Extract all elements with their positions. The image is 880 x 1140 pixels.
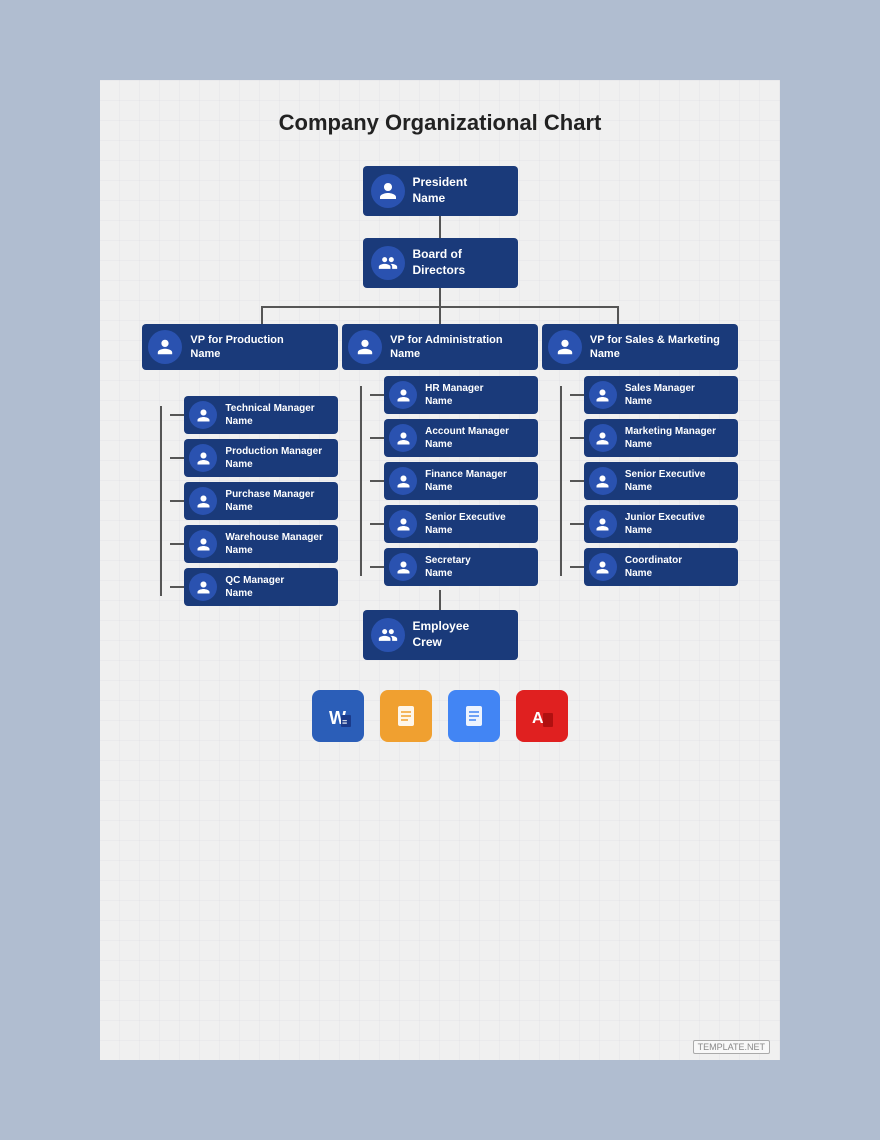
qc-manager-node: QC ManagerName <box>184 568 338 606</box>
col-administration: VP for Administration Name HR ManagerNam… <box>342 324 538 610</box>
word-icon[interactable]: W ≡ <box>312 690 364 742</box>
vp-row: VP for Production Name <box>142 324 737 610</box>
employee-crew-node: Employee Crew <box>363 610 518 660</box>
coordinator-node: CoordinatorName <box>584 548 738 586</box>
col-sales: VP for Sales & Marketing Name Sales Mana… <box>542 324 738 586</box>
pages-icon[interactable] <box>380 690 432 742</box>
col-production: VP for Production Name <box>142 324 338 606</box>
account-manager-node: Account ManagerName <box>384 419 538 457</box>
admin-senior-exec-node: Senior ExecutiveName <box>384 505 538 543</box>
president-icon <box>371 174 405 208</box>
v-connector-1 <box>439 216 441 238</box>
vp-production-icon <box>148 330 182 364</box>
purchase-manager-node: Purchase ManagerName <box>184 482 338 520</box>
sales-items: Sales ManagerName Marketing ManagerName <box>542 376 738 586</box>
marketing-manager-node: Marketing ManagerName <box>584 419 738 457</box>
org-chart: President Name Board of Directors <box>130 166 750 660</box>
president-text: President Name <box>413 175 468 206</box>
president-node: President Name <box>363 166 518 216</box>
watermark: TEMPLATE.NET <box>693 1040 770 1054</box>
vp-sales-node: VP for Sales & Marketing Name <box>542 324 738 370</box>
google-docs-icon[interactable] <box>448 690 500 742</box>
vp-production-node: VP for Production Name <box>142 324 338 370</box>
v-connector-to-crew <box>439 590 441 610</box>
board-text: Board of Directors <box>413 247 466 278</box>
prod-items: Technical ManagerName Production Manager… <box>142 396 338 606</box>
technical-manager-icon <box>189 401 217 429</box>
vp-admin-icon <box>348 330 382 364</box>
board-node: Board of Directors <box>363 238 518 288</box>
vp-admin-node: VP for Administration Name <box>342 324 538 370</box>
vp-sales-text: VP for Sales & Marketing Name <box>590 333 720 362</box>
svg-text:A: A <box>532 710 544 727</box>
employee-crew-text: Employee Crew <box>413 619 470 650</box>
finance-manager-node: Finance ManagerName <box>384 462 538 500</box>
vp-production-text: VP for Production Name <box>190 333 283 362</box>
bottom-app-icons: W ≡ <box>130 690 750 742</box>
sales-senior-exec-node: Senior ExecutiveName <box>584 462 738 500</box>
hr-manager-node: HR ManagerName <box>384 376 538 414</box>
employee-crew-section: Employee Crew <box>363 610 518 660</box>
junior-exec-node: Junior ExecutiveName <box>584 505 738 543</box>
secretary-node: SecretaryName <box>384 548 538 586</box>
pdf-icon[interactable]: A <box>516 690 568 742</box>
production-sub-list <box>162 376 338 396</box>
production-sub-container <box>142 376 338 396</box>
admin-items: HR ManagerName Account ManagerName <box>342 376 538 586</box>
board-icon <box>371 246 405 280</box>
employee-crew-icon <box>371 618 405 652</box>
production-manager-node: Production ManagerName <box>184 439 338 477</box>
v-connector-2 <box>439 288 441 306</box>
sales-manager-node: Sales ManagerName <box>584 376 738 414</box>
warehouse-manager-node: Warehouse ManagerName <box>184 525 338 563</box>
svg-text:≡: ≡ <box>342 717 347 727</box>
vp-sales-icon <box>548 330 582 364</box>
page-title: Company Organizational Chart <box>130 110 750 136</box>
technical-manager-node: Technical ManagerName <box>184 396 338 434</box>
document-page: Company Organizational Chart President N… <box>100 80 780 1060</box>
vp-admin-text: VP for Administration Name <box>390 333 502 362</box>
